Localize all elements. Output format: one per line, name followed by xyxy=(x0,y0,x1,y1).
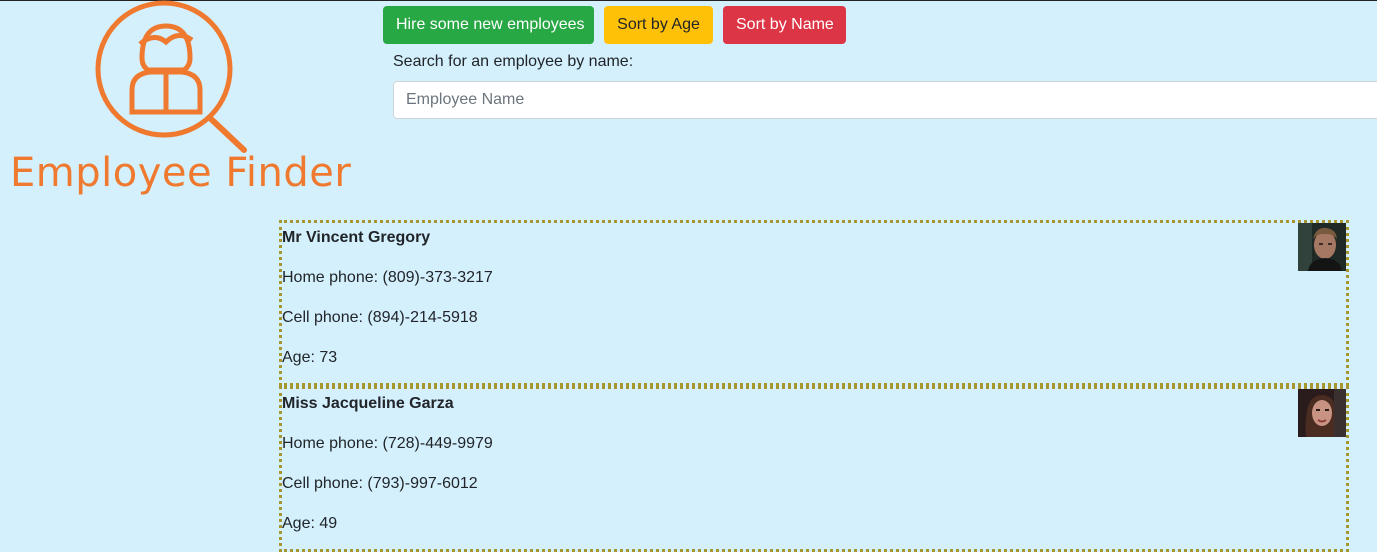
hire-employees-button[interactable]: Hire some new employees xyxy=(383,6,594,44)
employee-avatar xyxy=(1298,389,1346,437)
employee-cell-phone: Cell phone: (793)-997-6012 xyxy=(282,475,478,492)
logo: Employee Finder xyxy=(8,0,358,210)
employee-card: Mr Vincent Gregory Home phone: (809)-373… xyxy=(279,220,1349,386)
employee-age: Age: 49 xyxy=(282,515,338,532)
employee-cell-phone: Cell phone: (894)-214-5918 xyxy=(282,309,478,326)
employee-name: Miss Jacqueline Garza xyxy=(282,395,454,412)
employee-avatar xyxy=(1298,223,1346,271)
employee-name: Mr Vincent Gregory xyxy=(282,229,431,246)
employee-home-phone: Home phone: (728)-449-9979 xyxy=(282,435,493,452)
employee-list: Mr Vincent Gregory Home phone: (809)-373… xyxy=(279,220,1349,552)
employee-home-phone: Home phone: (809)-373-3217 xyxy=(282,269,493,286)
sort-by-name-button[interactable]: Sort by Name xyxy=(723,6,846,44)
sort-by-age-button[interactable]: Sort by Age xyxy=(604,6,713,44)
employee-age: Age: 73 xyxy=(282,349,338,366)
employee-search-input[interactable] xyxy=(393,81,1377,119)
logo-title: Employee Finder xyxy=(10,150,352,196)
magnifier-person-icon xyxy=(95,0,247,153)
search-label: Search for an employee by name: xyxy=(393,53,634,70)
employee-card: Miss Jacqueline Garza Home phone: (728)-… xyxy=(279,386,1349,552)
